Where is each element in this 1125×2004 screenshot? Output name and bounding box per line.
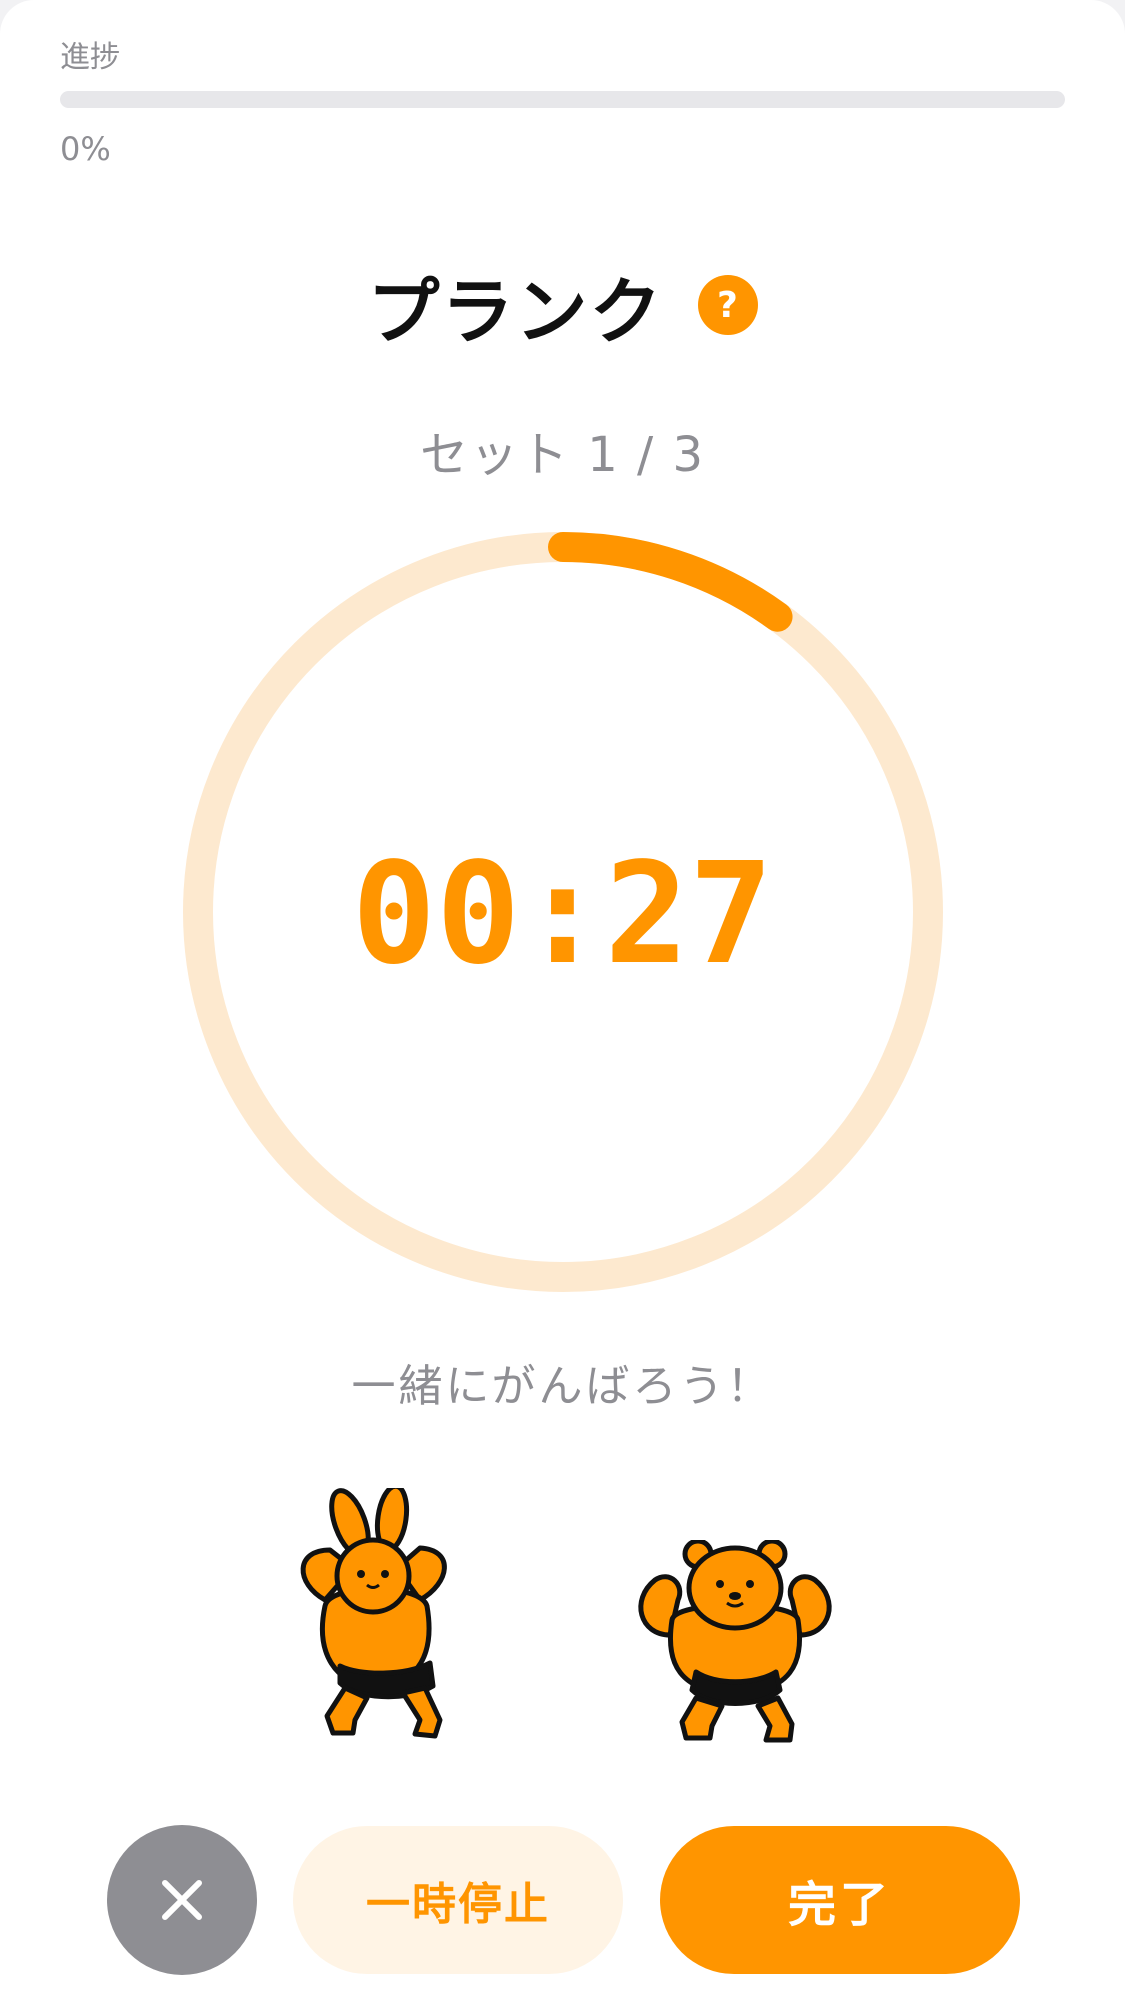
timer-display: 00:27 [351, 833, 774, 996]
progress-label: 進捗 [60, 40, 120, 75]
progress-bar [60, 91, 1065, 108]
progress-value: 0% [60, 130, 111, 168]
question-icon: ? [717, 284, 738, 326]
exercise-header: プランク ? [0, 255, 1125, 355]
help-button[interactable]: ? [697, 275, 758, 335]
cheer-message: 一緒にがんばろう！ [351, 1361, 774, 1412]
muscle-bear-icon [638, 1540, 832, 1743]
muscle-rabbit-icon [300, 1488, 447, 1739]
workout-sheet: 進捗 0% プランク ? セット 1 / 3 00:27 一緒にがんばろう！ 一… [0, 0, 1125, 2004]
pause-button[interactable]: 一時停止 [293, 1826, 623, 1974]
close-icon [162, 1880, 202, 1920]
set-counter: セット 1 / 3 [419, 427, 706, 483]
exercise-title: プランク [367, 269, 664, 354]
done-button[interactable]: 完了 [660, 1826, 1020, 1974]
close-button[interactable] [107, 1825, 257, 1975]
